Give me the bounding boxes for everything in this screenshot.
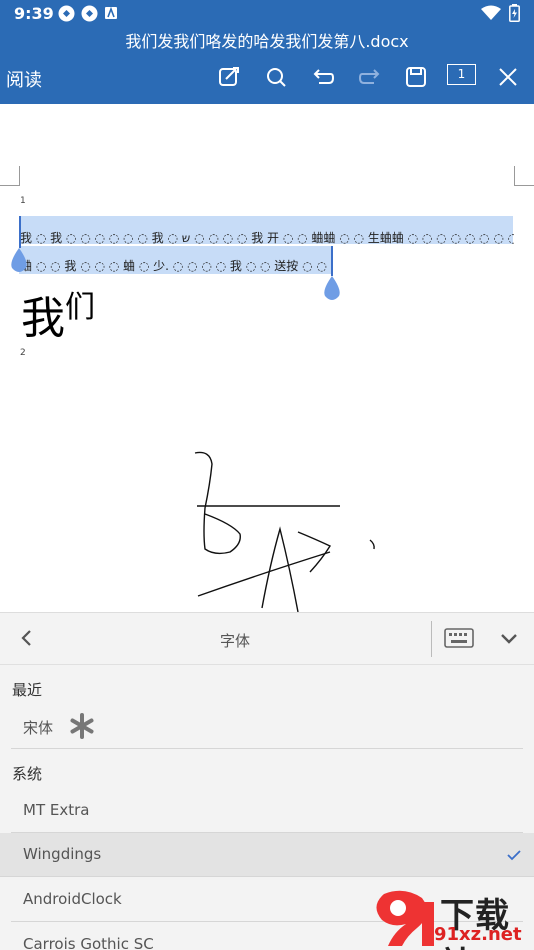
top-bar: 9:39 我们发我们咯发的哈发我们发第八.docx 阅读 1: [0, 0, 534, 104]
font-item-wingdings[interactable]: Wingdings: [0, 833, 534, 877]
paragraph-number: 1: [20, 196, 26, 206]
battery-icon: [509, 4, 520, 22]
undo-icon: [313, 69, 335, 84]
large-text-small: 们: [65, 290, 95, 325]
font-panel-title: 字体: [219, 632, 250, 650]
sync-icon: [81, 5, 98, 22]
paragraph-number: 2: [20, 348, 26, 358]
recent-section-header: 最近: [12, 681, 43, 699]
check-icon: [507, 850, 521, 861]
selection-end-caret: [331, 246, 333, 276]
save-button[interactable]: [401, 62, 431, 92]
document-title: 我们发我们咯发的哈发我们发第八.docx: [125, 32, 409, 51]
wifi-icon: [481, 5, 501, 20]
document-line[interactable]: 我 ◌ 我 ◌ ◌ ◌ ◌ ◌ ◌ 我 ◌ ש ◌ ◌ ◌ ◌ 我 开 ◌ ◌ …: [20, 229, 514, 246]
redo-icon: [358, 69, 380, 84]
font-item-recent[interactable]: 宋体: [11, 705, 523, 749]
edit-icon: [219, 67, 239, 86]
search-button[interactable]: [261, 62, 291, 92]
sync-icon: [58, 5, 75, 22]
keyboard-icon[interactable]: [444, 628, 474, 650]
selection-start-handle[interactable]: [9, 248, 29, 274]
font-item-label: 宋体: [23, 719, 54, 737]
read-mode-button[interactable]: 阅读: [6, 66, 42, 92]
font-item-mt-extra[interactable]: MT Extra: [11, 789, 523, 833]
save-icon: [406, 67, 426, 87]
page-margin-corner: [0, 166, 20, 186]
asterisk-icon: [70, 713, 94, 739]
watermark-url: 91xz.net: [434, 924, 522, 945]
selection-end-handle[interactable]: [322, 276, 342, 302]
font-panel-header: 字体: [0, 613, 534, 665]
undo-button[interactable]: [308, 62, 338, 92]
close-button[interactable]: [493, 62, 523, 92]
edit-button[interactable]: [214, 62, 244, 92]
font-item-label: AndroidClock: [23, 890, 122, 908]
close-icon: [499, 68, 517, 86]
status-time: 9:39: [14, 4, 54, 23]
large-text[interactable]: 我们: [21, 282, 95, 346]
toolbar: 阅读 1: [0, 58, 534, 98]
system-section-header: 系统: [12, 765, 43, 783]
page-indicator[interactable]: 1: [447, 64, 476, 85]
chevron-down-icon[interactable]: [499, 629, 519, 649]
status-right: [481, 4, 520, 22]
document-line[interactable]: 蛐 ◌ ◌ 我 ◌ ◌ ◌ 蛐 ◌ 少. ◌ ◌ ◌ ◌ 我 ◌ ◌ 送按 ◌ …: [20, 257, 334, 274]
divider: [431, 621, 432, 657]
font-item-label: Wingdings: [23, 845, 102, 863]
search-icon: [267, 68, 286, 87]
redo-button[interactable]: [355, 62, 385, 92]
status-bar: 9:39: [0, 0, 534, 28]
selection-start-caret: [19, 216, 21, 248]
large-text-main: 我: [21, 293, 65, 344]
font-item-label: MT Extra: [23, 801, 90, 819]
font-item-label: Carrois Gothic SC: [23, 935, 154, 950]
document-canvas[interactable]: 1 我 ◌ 我 ◌ ◌ ◌ ◌ ◌ ◌ 我 ◌ ש ◌ ◌ ◌ ◌ 我 开 ◌ …: [0, 104, 534, 612]
app-root: 9:39 我们发我们咯发的哈发我们发第八.docx 阅读 1 1 我 ◌ 我 ◌…: [0, 0, 534, 950]
notification-icon: [104, 5, 121, 22]
status-icons: [58, 5, 121, 22]
ink-drawing[interactable]: [0, 424, 534, 612]
page-margin-corner: [514, 166, 534, 186]
